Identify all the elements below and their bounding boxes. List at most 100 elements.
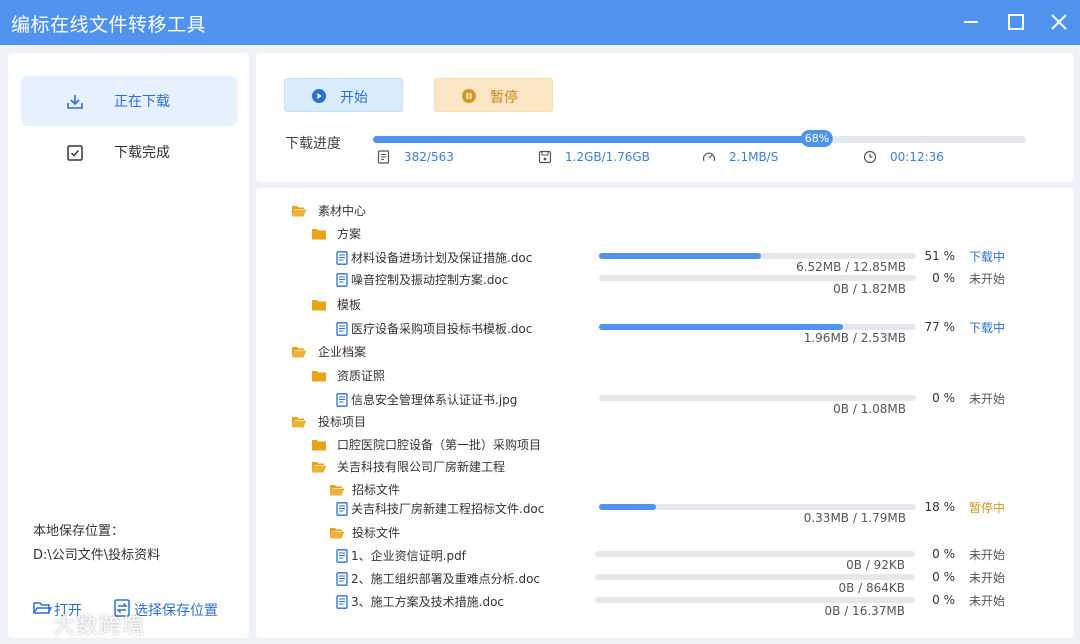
folder-row[interactable]: 投标文件 [256, 522, 1074, 544]
file-name: 医疗设备采购项目投标书模板.doc [351, 322, 533, 336]
sidebar-item-label: 下载完成 [114, 145, 170, 161]
folder-name: 招标文件 [352, 483, 401, 497]
app-title: 编标在线文件转移工具 [11, 14, 207, 36]
stat-files-value: 382/563 [404, 150, 454, 164]
folder-name: 投标文件 [352, 526, 401, 540]
folder-row[interactable]: 资质证照 [256, 365, 1074, 387]
download-icon [65, 92, 85, 112]
file-icon [336, 321, 352, 336]
file-row[interactable]: 信息安全管理体系认证证书.jpg 0B / 1.08MB 0 % 未开始 [256, 389, 1074, 416]
file-status: 未开始 [969, 594, 1006, 608]
maximize-icon[interactable] [1007, 13, 1025, 31]
folder-row[interactable]: 企业档案 [256, 341, 1074, 363]
clock-icon [863, 150, 877, 164]
file-status: 未开始 [969, 272, 1006, 286]
file-name: 材料设备进场计划及保证措施.doc [351, 251, 533, 265]
folder-name: 方案 [337, 227, 362, 241]
file-row[interactable]: 医疗设备采购项目投标书模板.doc 1.96MB / 2.53MB 77 % 下载中 [256, 318, 1074, 345]
progress-badge: 68% [800, 130, 834, 147]
file-row[interactable]: 3、施工方案及技术措施.doc 0B / 16.37MB 0 % 未开始 [256, 591, 1074, 618]
folder-row[interactable]: 模板 [256, 294, 1074, 316]
folder-icon [311, 368, 327, 382]
file-icon [336, 250, 352, 265]
start-button[interactable]: 开始 [284, 78, 403, 112]
file-percent: 0 % [932, 547, 955, 561]
file-icon [336, 548, 352, 563]
folder-row[interactable]: 投标项目 [256, 411, 1074, 433]
title-bar: 编标在线文件转移工具 [0, 0, 1080, 45]
folder-row[interactable]: 素材中心 [256, 200, 1074, 222]
file-progress-bar [599, 504, 916, 510]
close-icon[interactable] [1050, 13, 1068, 31]
file-name: 噪音控制及振动控制方案.doc [351, 273, 509, 287]
file-name: 2、施工组织部署及重难点分析.doc [351, 572, 541, 586]
folder-open-icon [291, 203, 307, 217]
file-row[interactable]: 关吉科技厂房新建工程招标文件.doc 0.33MB / 1.79MB 18 % 暂停中 [256, 498, 1074, 525]
folder-row[interactable]: 口腔医院口腔设备（第一批）采购项目 [256, 434, 1074, 456]
folder-open-icon [329, 525, 345, 539]
file-percent: 77 % [924, 320, 956, 334]
file-percent: 0 % [932, 271, 955, 285]
pause-label: 暂停 [490, 90, 518, 106]
overall-progress-bar: 68% [373, 130, 1026, 147]
folder-name: 口腔医院口腔设备（第一批）采购项目 [337, 438, 542, 452]
file-percent: 0 % [932, 593, 955, 607]
file-icon [336, 571, 352, 586]
file-icon [336, 594, 352, 609]
folder-name: 模板 [337, 298, 362, 312]
file-name: 3、施工方案及技术措施.doc [351, 595, 505, 609]
file-row[interactable]: 噪音控制及振动控制方案.doc 0B / 1.82MB 0 % 未开始 [256, 269, 1074, 296]
file-percent: 18 % [924, 500, 956, 514]
file-row[interactable]: 1、企业资信证明.pdf 0B / 92KB 0 % 未开始 [256, 545, 1074, 572]
file-list-icon [377, 150, 391, 164]
folder-name: 素材中心 [318, 204, 367, 218]
folder-open-icon [329, 482, 345, 496]
file-icon [336, 501, 352, 516]
folder-name: 关吉科技有限公司厂房新建工程 [337, 460, 506, 474]
folder-row[interactable]: 关吉科技有限公司厂房新建工程 [256, 456, 1074, 478]
speedometer-icon [702, 150, 716, 164]
folder-icon [311, 297, 327, 311]
choose-location-label: 选择保存位置 [134, 603, 218, 619]
checkbox-icon [65, 143, 85, 163]
file-progress-bar [595, 574, 915, 580]
stat-size-value: 1.2GB/1.76GB [565, 150, 650, 164]
folder-name: 资质证照 [337, 369, 386, 383]
file-progress-bar [599, 324, 916, 330]
folder-name: 投标项目 [318, 415, 367, 429]
download-control-panel: 开始 暂停 下载进度 68% 382/563 1.2GB/1.76GB 2.1M… [256, 53, 1074, 182]
file-row[interactable]: 2、施工组织部署及重难点分析.doc 0B / 864KB 0 % 未开始 [256, 568, 1074, 595]
file-row[interactable]: 材料设备进场计划及保证措施.doc 6.52MB / 12.85MB 51 % 下载中 [256, 247, 1074, 274]
file-percent: 0 % [932, 391, 955, 405]
file-progress-fill [599, 504, 657, 510]
sidebar-item-label: 正在下载 [114, 94, 170, 110]
start-label: 开始 [340, 90, 368, 106]
file-status: 未开始 [969, 548, 1006, 562]
file-name: 信息安全管理体系认证证书.jpg [351, 393, 518, 407]
disk-icon [538, 150, 552, 164]
pause-button[interactable]: 暂停 [434, 78, 553, 112]
file-name: 关吉科技厂房新建工程招标文件.doc [351, 502, 545, 516]
folder-icon [311, 226, 327, 240]
file-progress-fill [599, 253, 761, 259]
stat-time-value: 00:12:36 [890, 150, 944, 164]
watermark-text: 大数跨境 [53, 614, 146, 639]
save-location-path: D:\公司文件\投标资料 [33, 548, 161, 563]
sidebar-item-completed[interactable]: 下载完成 [21, 127, 237, 177]
folder-open-icon [291, 414, 307, 428]
file-percent: 0 % [932, 570, 955, 584]
file-status: 暂停中 [969, 501, 1006, 515]
file-tree-panel: 素材中心方案材料设备进场计划及保证措施.doc 6.52MB / 12.85MB 5… [256, 188, 1074, 638]
file-icon [336, 392, 352, 407]
file-status: 未开始 [969, 392, 1006, 406]
folder-row[interactable]: 方案 [256, 223, 1074, 245]
file-progress-bar [595, 551, 915, 557]
stat-speed-value: 2.1MB/S [729, 150, 779, 164]
file-progress-bar [599, 395, 916, 401]
minimize-icon[interactable] [962, 13, 980, 31]
file-percent: 51 % [924, 249, 956, 263]
sidebar-item-downloading[interactable]: 正在下载 [21, 76, 237, 126]
folder-icon [311, 437, 327, 451]
file-icon [336, 272, 352, 287]
file-status: 未开始 [969, 571, 1006, 585]
